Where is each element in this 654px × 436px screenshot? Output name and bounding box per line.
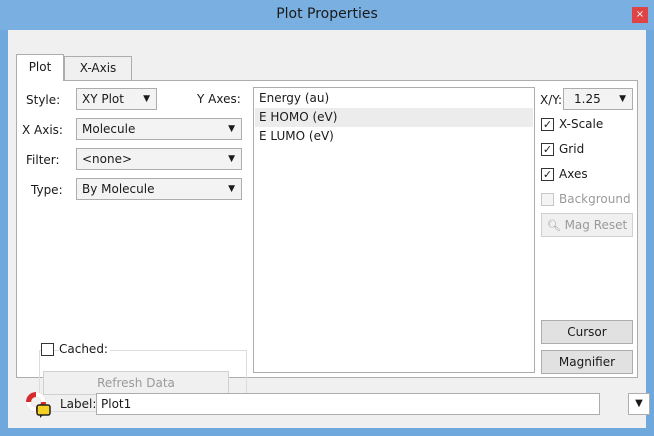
mag-reset-label: Mag Reset [564, 218, 628, 232]
y-axes-label: Y Axes: [197, 92, 241, 106]
chevron-down-icon: ▼ [228, 154, 235, 164]
lifebuoy-icon[interactable] [24, 390, 52, 418]
style-label: Style: [26, 93, 61, 107]
chevron-down-icon: ▼ [228, 124, 235, 134]
tab-x-axis[interactable]: X-Axis [64, 56, 132, 80]
filter-label: Filter: [26, 153, 60, 167]
chevron-down-icon: ▼ [619, 94, 626, 104]
title-bar[interactable]: Plot Properties × [0, 0, 654, 30]
type-label: Type: [31, 183, 63, 197]
style-dropdown[interactable]: XY Plot ▼ [76, 88, 157, 110]
type-value: By Molecule [82, 182, 155, 196]
axes-label: Axes [559, 167, 588, 181]
dialog-body: Plot X-Axis Style: XY Plot ▼ X Axis: Mol… [8, 30, 650, 428]
cached-checkbox[interactable] [41, 343, 54, 356]
grid-label: Grid [559, 142, 585, 156]
plot-tab-panel: Style: XY Plot ▼ X Axis: Molecule ▼ Filt… [16, 80, 638, 412]
filter-value: <none> [82, 152, 133, 166]
y-axes-list[interactable]: Energy (au) E HOMO (eV) E LUMO (eV) [253, 87, 535, 373]
magnifier-icon: 🔍︎ [546, 219, 561, 232]
chevron-down-icon: ▼ [143, 94, 150, 104]
style-value: XY Plot [82, 92, 124, 106]
list-item[interactable]: Energy (au) [255, 89, 533, 108]
label-dropdown-button[interactable]: ▼ [628, 393, 650, 415]
chevron-down-icon: ▼ [228, 184, 235, 194]
cached-label: Cached: [59, 342, 110, 356]
plot-properties-window: Plot Properties × Plot X-Axis Style: XY … [0, 0, 654, 436]
list-item[interactable]: E HOMO (eV) [255, 108, 533, 127]
tab-plot[interactable]: Plot [16, 54, 64, 81]
filter-dropdown[interactable]: <none> ▼ [76, 148, 242, 170]
xy-ratio-dropdown[interactable]: 1.25 ▼ [563, 88, 633, 110]
window-title: Plot Properties [276, 6, 378, 22]
x-scale-label: X-Scale [559, 117, 604, 131]
x-axis-label: X Axis: [22, 123, 63, 137]
axes-checkbox[interactable]: ✓ [541, 168, 554, 181]
type-dropdown[interactable]: By Molecule ▼ [76, 178, 242, 200]
xy-ratio-value: 1.25 [574, 92, 601, 106]
list-item[interactable]: E LUMO (eV) [255, 127, 533, 146]
label-caption: Label: [60, 397, 97, 411]
mag-reset-button[interactable]: 🔍︎ Mag Reset [541, 213, 633, 237]
close-button[interactable]: × [632, 7, 648, 23]
x-scale-checkbox[interactable]: ✓ [541, 118, 554, 131]
label-input[interactable]: Plot1 [96, 393, 600, 415]
xy-ratio-label: X/Y: [540, 93, 563, 107]
background-label: Background [559, 192, 631, 206]
magnifier-button[interactable]: Magnifier [541, 350, 633, 374]
cursor-button[interactable]: Cursor [541, 320, 633, 344]
grid-checkbox[interactable]: ✓ [541, 143, 554, 156]
x-axis-dropdown[interactable]: Molecule ▼ [76, 118, 242, 140]
background-checkbox[interactable] [541, 193, 554, 206]
chevron-down-icon: ▼ [635, 398, 643, 409]
x-axis-value: Molecule [82, 122, 136, 136]
refresh-data-button[interactable]: Refresh Data [43, 371, 229, 395]
